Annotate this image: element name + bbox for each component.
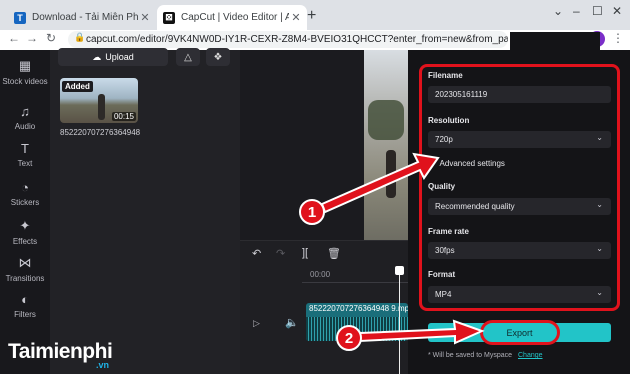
- arrow-1: [320, 152, 440, 214]
- step-2-badge: 2: [336, 325, 362, 351]
- annotation-arrows: [320, 152, 485, 345]
- watermark-tld: .vn: [96, 360, 110, 370]
- step-1-badge: 1: [299, 199, 325, 225]
- arrow-2: [359, 319, 485, 345]
